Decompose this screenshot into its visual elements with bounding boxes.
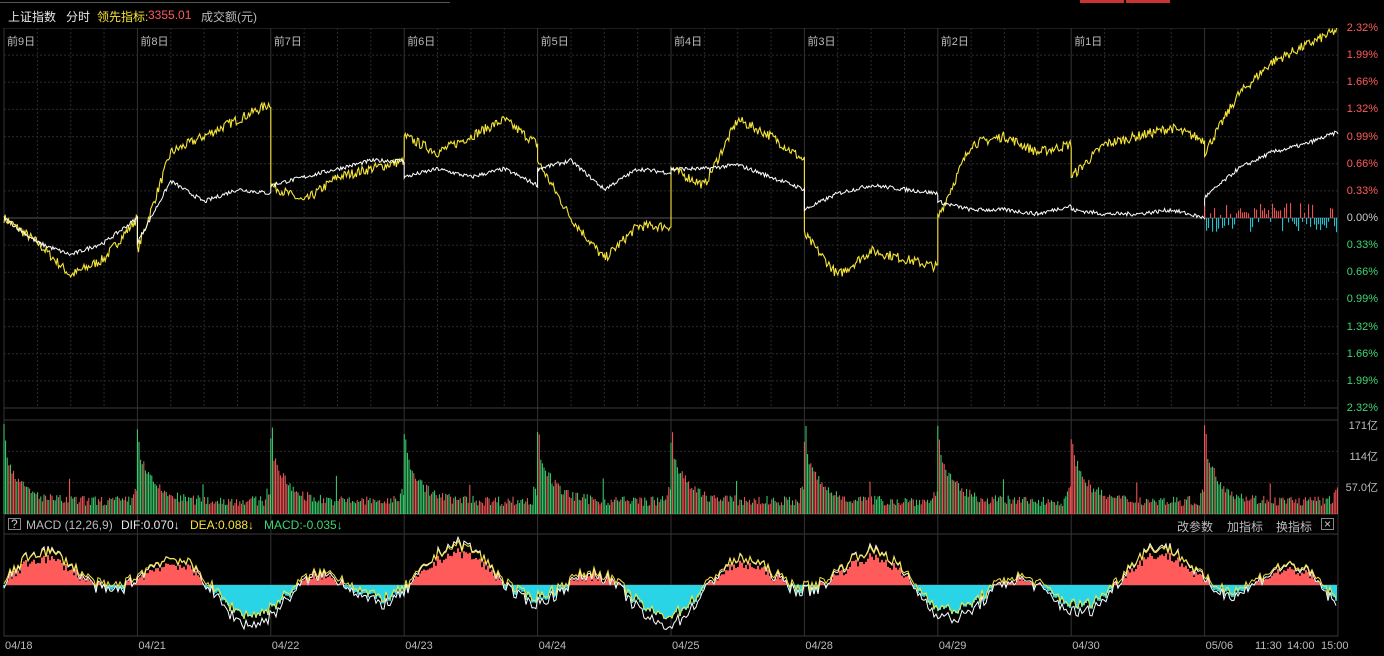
date-label: 04/23 [405,640,433,652]
day-label: 前9日 [7,36,36,48]
day-label: 前6日 [407,36,436,48]
macd-histogram-value: MACD:-0.035↓ [264,518,343,532]
price-axis-label: 0.33% [1346,184,1378,197]
header-accent-bar [1126,0,1170,3]
date-label: 04/22 [271,640,300,652]
price-axis-label: 0.99% [1346,130,1378,143]
chart-canvas[interactable] [0,0,1384,656]
price-axis-label: 0.66% [1346,157,1378,170]
chart-header: 上证指数 分时 领先指标: 3355.01 成交额(元) [0,0,1384,28]
close-icon[interactable]: × [1321,518,1335,530]
time-label: 11:30 [1255,640,1282,652]
header-rule [0,2,450,3]
time-label: 14:00 [1287,640,1315,652]
macd-help-button[interactable]: ? [8,518,21,530]
price-axis-label: 1.99% [1346,49,1378,62]
macd-name[interactable]: MACD (12,26,9) [26,518,113,532]
date-label: 04/21 [138,640,166,652]
day-label: 前3日 [807,36,836,48]
date-label: 04/18 [5,640,33,652]
volume-axis-label: 114亿 [1349,451,1378,463]
price-axis-label: 0.99% [1346,293,1378,306]
add-indicator-button[interactable]: 加指标 [1227,518,1263,535]
price-axis-label: 2.32% [1346,402,1378,414]
change-params-button[interactable]: 改参数 [1177,518,1213,535]
price-axis-zero: 0.00% [1346,212,1378,224]
day-label: 前7日 [273,36,302,48]
price-axis-label: 1.99% [1346,374,1378,387]
leading-indicator-value: 3355.01 [148,8,192,22]
index-name[interactable]: 上证指数 [8,8,56,25]
price-axis-label: 1.32% [1346,103,1378,116]
volume-unit-label: 成交额(元) [201,10,257,24]
macd-dea-value: DEA:0.088↓ [190,518,255,532]
price-axis-label: 1.66% [1346,76,1378,89]
price-axis-label: 2.32% [1346,22,1378,34]
date-label: 04/25 [672,640,700,652]
date-label: 04/28 [805,640,833,652]
day-label: 前8日 [140,36,169,48]
mode-tab[interactable]: 分时 [66,8,90,25]
price-axis-label: 1.32% [1346,320,1378,333]
price-axis-label: 0.33% [1346,239,1378,252]
macd-dif-value: DIF:0.070↓ [121,518,180,532]
date-label: 04/29 [938,640,967,652]
day-label: 前2日 [940,36,969,48]
header-accent-bar [1080,0,1124,3]
switch-indicator-button[interactable]: 换指标 [1276,518,1312,535]
macd-toolbar: ? MACD (12,26,9) DIF:0.070↓ DEA:0.088↓ M… [0,516,1338,535]
day-label: 前4日 [674,36,703,48]
date-label: 04/30 [1072,640,1100,652]
time-label: 15:00 [1321,640,1349,652]
price-axis-label: 0.66% [1346,266,1378,279]
date-label: 05/06 [1205,640,1234,652]
day-label: 前1日 [1074,36,1103,48]
price-axis-label: 1.66% [1346,347,1378,360]
volume-axis-label: 57.0亿 [1345,482,1378,494]
leading-indicator-label: 领先指标: [97,10,149,24]
day-label: 前5日 [540,36,569,48]
volume-axis-label: 171亿 [1348,420,1378,432]
date-label: 04/24 [538,640,567,652]
